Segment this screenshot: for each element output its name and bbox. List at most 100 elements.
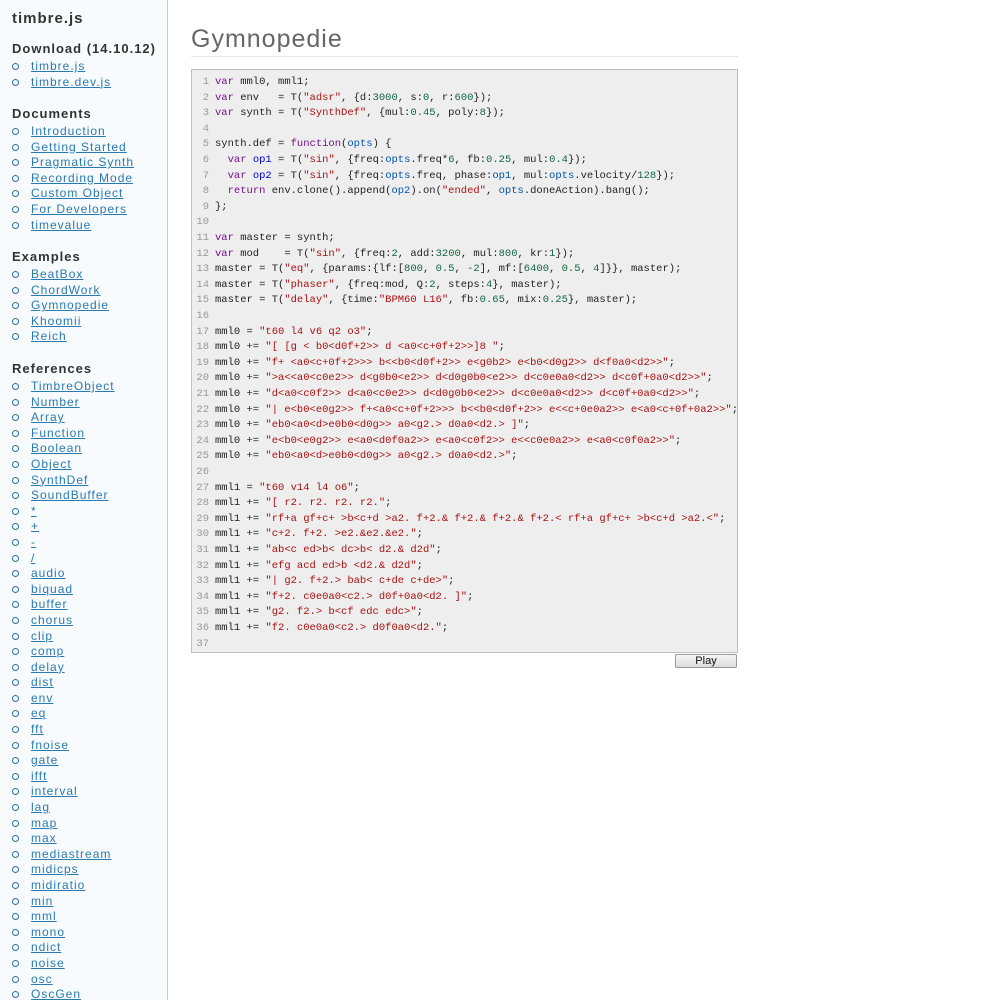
nav-item: min [0, 894, 167, 910]
nav-item: Reich [0, 329, 167, 345]
nav-link[interactable]: clip [31, 629, 53, 643]
nav-item: fft [0, 722, 167, 738]
code-token: 800 [498, 247, 518, 260]
nav-link[interactable]: fnoise [31, 738, 69, 752]
code-token: synth.def = [215, 138, 291, 151]
nav-link[interactable]: Number [31, 395, 80, 409]
nav-link[interactable]: delay [31, 660, 65, 674]
code-line: 34 mml1 += "f+2. c0e0a0<c2.> d0f+0a0<d2. … [192, 590, 473, 606]
code-token: 0.25 [486, 154, 512, 166]
code-token: 0.5 [435, 263, 455, 276]
code-line: 1 var mml0, mml1; [192, 75, 310, 91]
nav-link[interactable]: lag [31, 800, 50, 814]
line-number: 11 [196, 232, 209, 244]
code-token: "d<a0<c0f2>> d<a0<c0e2>> d<d0g0b0<e2>> d… [265, 388, 694, 400]
nav-item: midicps [0, 862, 167, 878]
nav-link[interactable]: mml [31, 909, 57, 923]
nav-link[interactable]: Function [31, 426, 85, 440]
code-editor[interactable]: 1 var mml0, mml1; 2 var env = T("adsr", {d:… [191, 69, 738, 653]
nav-link[interactable]: + [31, 519, 39, 533]
code-token: , r: [429, 91, 455, 104]
nav-item: clip [0, 629, 167, 645]
nav-link[interactable]: mono [31, 925, 65, 939]
line-number: 18 [196, 341, 209, 354]
nav-link[interactable]: chorus [31, 613, 73, 627]
nav-link[interactable]: audio [31, 566, 65, 580]
nav-link[interactable]: mediastream [31, 847, 111, 861]
nav-link[interactable]: For Developers [31, 202, 127, 216]
nav-link[interactable]: max [31, 831, 57, 845]
nav-link[interactable]: dist [31, 675, 54, 689]
nav-link[interactable]: Array [31, 410, 65, 424]
nav-item: eq [0, 706, 167, 722]
code-line: 3 var synth = T("SynthDef", {mul:0.45, po… [192, 106, 505, 122]
nav-link[interactable]: Custom Object [31, 186, 123, 200]
nav-item: delay [0, 660, 167, 676]
nav-link[interactable]: noise [31, 956, 65, 970]
code-line: 17 mml0 = "t60 l4 v6 q2 o3"; [192, 325, 372, 341]
nav-link[interactable]: Reich [31, 329, 67, 343]
nav-link[interactable]: min [31, 894, 53, 908]
nav-link[interactable]: interval [31, 784, 78, 798]
code-token: , fb: [448, 294, 480, 307]
code-token: op1 [492, 169, 512, 182]
nav-list: BeatBox ChordWork Gymnopedie Khoomii Reich [0, 267, 167, 345]
nav-link[interactable]: ChordWork [31, 283, 100, 297]
code-token: }); [656, 169, 676, 182]
nav-item: chorus [0, 613, 167, 629]
code-token: "f2. c0e0a0<c2.> d0f0a0<d2." [265, 622, 442, 634]
nav-link[interactable]: buffer [31, 597, 67, 611]
code-line: 35 mml1 += "g2. f2.> b<cf edc edc>"; [192, 605, 423, 621]
nav-link[interactable]: ifft [31, 769, 47, 783]
line-number: 23 [196, 419, 209, 432]
nav-link[interactable]: midicps [31, 862, 79, 876]
nav-link[interactable]: map [31, 816, 57, 830]
nav-link[interactable]: env [31, 691, 53, 705]
nav-link[interactable]: gate [31, 753, 58, 767]
nav-item: Pragmatic Synth [0, 155, 167, 171]
line-number: 35 [196, 606, 209, 619]
nav-link[interactable]: - [31, 535, 36, 549]
nav-link[interactable]: Boolean [31, 441, 82, 455]
nav-link[interactable]: Gymnopedie [31, 298, 109, 312]
nav-section-title: Examples [12, 249, 81, 264]
nav-link[interactable]: SoundBuffer [31, 488, 109, 502]
site-title[interactable]: timbre.js [12, 10, 84, 27]
nav-link[interactable]: TimbreObject [31, 379, 115, 393]
nav-link[interactable]: Pragmatic Synth [31, 155, 134, 169]
code-token: }, master); [567, 294, 638, 307]
line-number: 24 [196, 434, 209, 447]
code-line: 2 var env = T("adsr", {d:3000, s:0, r:600… [192, 91, 493, 107]
nav-link[interactable]: midiratio [31, 878, 85, 892]
nav-link[interactable]: Object [31, 457, 72, 471]
nav-link[interactable]: eq [31, 706, 46, 720]
code-token: "| g2. f+2.> bab< c+de c+de>" [265, 575, 449, 588]
nav-link[interactable]: osc [31, 972, 53, 986]
nav-item: dist [0, 675, 167, 691]
nav-link[interactable]: timevalue [31, 218, 91, 232]
nav-link[interactable]: Introduction [31, 124, 106, 138]
code-line: 24 mml0 += "e<b0<e0g2>> e<a0<d0f0a2>> e<a… [192, 434, 681, 450]
nav-link[interactable]: Recording Mode [31, 171, 133, 185]
nav-link[interactable]: Khoomii [31, 314, 81, 328]
line-number: 28 [196, 497, 209, 510]
line-number: 1 [202, 76, 209, 88]
nav-link[interactable]: comp [31, 644, 64, 658]
nav-item: + [0, 519, 167, 535]
code-line: 22 mml0 += "| e<b0<e0g2>> f+<a0<c+0f+2>>>… [192, 403, 737, 419]
play-button[interactable]: Play [675, 654, 737, 668]
nav-link[interactable]: timbre.js [31, 59, 85, 73]
nav-link[interactable]: / [31, 551, 35, 565]
code-token: var [215, 247, 234, 260]
nav-link[interactable]: OscGen [31, 987, 81, 1000]
nav-list: timbre.js timbre.dev.js [0, 59, 167, 90]
code-token: mml1 += [215, 544, 266, 556]
nav-link[interactable]: SynthDef [31, 473, 88, 487]
nav-link[interactable]: BeatBox [31, 267, 83, 281]
nav-link[interactable]: * [31, 504, 37, 518]
nav-link[interactable]: biquad [31, 582, 73, 596]
nav-link[interactable]: timbre.dev.js [31, 75, 111, 89]
nav-link[interactable]: fft [31, 722, 44, 736]
nav-link[interactable]: ndict [31, 940, 61, 954]
nav-link[interactable]: Getting Started [31, 140, 127, 154]
